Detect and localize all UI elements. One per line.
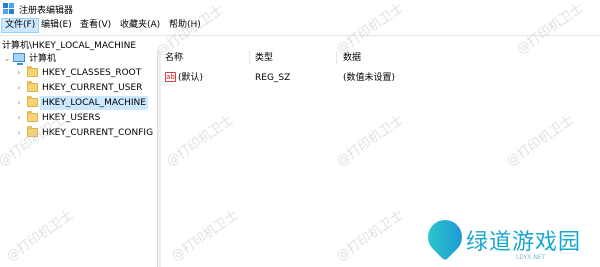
folder-icon [27, 96, 38, 107]
value-type: REG_SZ [255, 73, 291, 83]
brand-name: 绿道游戏园 [466, 230, 582, 255]
tree-item-hkey-classes-root[interactable]: › HKEY_CLASSES_ROOT [0, 66, 157, 80]
tree-item-computer[interactable]: ⌄ 计算机 [0, 52, 157, 66]
tree-item-label: HKEY_USERS [42, 113, 101, 123]
expand-chevron-icon[interactable]: › [15, 81, 23, 95]
tree-item-hkey-current-config[interactable]: › HKEY_CURRENT_CONFIG [0, 126, 157, 140]
column-header-type[interactable]: 类型 [255, 51, 273, 65]
column-header-data[interactable]: 数据 [343, 51, 361, 65]
tree-item-label: HKEY_CURRENT_CONFIG [42, 128, 154, 138]
menu-view[interactable]: 查看(V) [77, 18, 114, 33]
brand-url: LDYX.NET [516, 254, 546, 261]
computer-icon [13, 53, 25, 65]
title-bar: 注册表编辑器 [0, 0, 600, 17]
expand-chevron-icon[interactable]: › [15, 96, 23, 110]
expand-chevron-icon[interactable]: › [15, 66, 23, 80]
brand-logo: 绿道游戏园 LDYX.NET [420, 212, 593, 263]
column-divider[interactable] [336, 51, 337, 65]
folder-icon [27, 111, 38, 122]
menu-file[interactable]: 文件(F) [1, 18, 40, 33]
tree-item-hkey-local-machine[interactable]: › HKEY_LOCAL_MACHINE [0, 96, 157, 110]
menu-help[interactable]: 帮助(H) [166, 18, 204, 33]
menu-bar: 文件(F) 编辑(E) 查看(V) 收藏夹(A) 帮助(H) [0, 18, 600, 33]
column-header-name[interactable]: 名称 [165, 51, 183, 65]
menu-favorites[interactable]: 收藏夹(A) [117, 18, 163, 33]
address-path[interactable]: 计算机\HKEY_LOCAL_MACHINE [2, 38, 136, 51]
tree-item-label: HKEY_CURRENT_USER [42, 83, 143, 93]
tree-item-label: HKEY_CLASSES_ROOT [42, 68, 142, 78]
collapse-chevron-icon[interactable]: ⌄ [3, 52, 11, 66]
string-value-icon: ab [165, 72, 176, 82]
folder-icon [27, 81, 38, 92]
folder-icon [27, 126, 38, 137]
folder-icon [27, 66, 38, 77]
key-tree: ⌄ 计算机 › HKEY_CLASSES_ROOT › HKEY_CURRENT… [0, 51, 157, 267]
tree-item-hkey-current-user[interactable]: › HKEY_CURRENT_USER [0, 81, 157, 95]
window-title: 注册表编辑器 [19, 6, 74, 16]
address-bar[interactable]: 计算机\HKEY_LOCAL_MACHINE [0, 35, 600, 52]
value-name: (默认) [178, 73, 204, 83]
column-divider[interactable] [249, 51, 250, 65]
value-data: (数值未设置) [343, 73, 396, 83]
expand-chevron-icon[interactable]: › [15, 126, 23, 140]
tree-item-label: 计算机 [29, 54, 57, 64]
expand-chevron-icon[interactable]: › [15, 111, 23, 125]
tree-item-hkey-users[interactable]: › HKEY_USERS [0, 111, 157, 125]
tree-item-label: HKEY_LOCAL_MACHINE [40, 96, 148, 110]
registry-editor-icon [3, 3, 14, 14]
menu-edit[interactable]: 编辑(E) [38, 18, 75, 33]
leaf-logo-icon [420, 212, 470, 262]
